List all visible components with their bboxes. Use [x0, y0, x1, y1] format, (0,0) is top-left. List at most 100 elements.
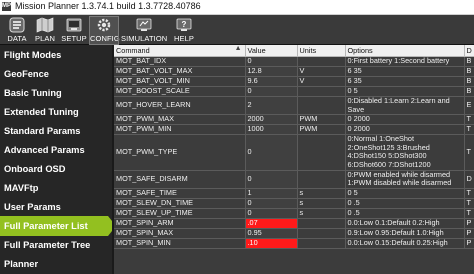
setup-button-label: SETUP: [61, 34, 87, 43]
simulation-button[interactable]: SIMULATION: [121, 17, 167, 44]
param-desc-cell: T: [464, 114, 474, 126]
param-units-cell: s: [297, 208, 346, 219]
param-desc-cell: T: [464, 124, 474, 136]
param-value-cell[interactable]: 9.6: [245, 76, 298, 87]
help-icon: ?: [176, 18, 192, 31]
param-value-cell[interactable]: 1: [245, 188, 298, 199]
sidebar-item-extended-tuning[interactable]: Extended Tuning: [0, 102, 108, 122]
param-options-cell: 6 35: [345, 76, 465, 87]
param-desc-cell: B: [464, 66, 474, 77]
table-row[interactable]: MOT_BAT_IDX 0 0:First battery 1:Second bat…: [114, 56, 474, 67]
param-desc-cell: T: [464, 134, 474, 171]
param-name-cell: MOT_BOOST_SCALE: [114, 86, 246, 97]
config-button-label: CONFIG: [90, 34, 120, 43]
param-units-cell: s: [297, 188, 346, 199]
param-value-cell[interactable]: 2: [245, 96, 298, 116]
param-value-cell[interactable]: 12.8: [245, 66, 298, 77]
simulation-icon: [136, 18, 152, 31]
param-name-cell: MOT_SLEW_UP_TIME: [114, 208, 246, 219]
table-row[interactable]: MOT_HOVER_LEARN 2 0:Disabled 1:Learn 2:Lea…: [114, 96, 474, 116]
param-name-cell: MOT_PWM_MAX: [114, 114, 246, 126]
config-button[interactable]: CONFIG: [89, 16, 120, 45]
command-column-header[interactable]: Command ▲: [114, 45, 246, 57]
plan-button[interactable]: PLAN: [32, 17, 58, 44]
sidebar-item-full-parameter-tree[interactable]: Full Parameter Tree: [0, 235, 108, 255]
plan-icon: [36, 17, 54, 33]
param-value-cell[interactable]: 0: [245, 134, 298, 171]
sidebar-item-advanced-params[interactable]: Advanced Params: [0, 140, 108, 160]
table-row[interactable]: MOT_SLEW_DN_TIME 0 s 0 .5 T: [114, 198, 474, 209]
param-options-cell: 0 .5: [345, 198, 465, 209]
table-row[interactable]: MOT_SAFE_DISARM 0 0:PWM enabled while disa…: [114, 170, 474, 189]
param-value-cell[interactable]: 1000: [245, 124, 298, 136]
param-name-cell: MOT_PWM_MIN: [114, 124, 246, 136]
help-button[interactable]: ? HELP: [172, 17, 196, 44]
param-options-cell: 0 .5: [345, 208, 465, 219]
sort-ascending-icon: ▲: [234, 45, 242, 52]
param-name-cell: MOT_SPIN_MAX: [114, 228, 246, 239]
sidebar-item-user-params[interactable]: User Params: [0, 197, 108, 217]
sidebar-item-flight-modes[interactable]: Flight Modes: [0, 45, 108, 65]
table-header-row: Command ▲ Value Units Options D: [114, 45, 474, 57]
help-button-label: HELP: [174, 34, 194, 43]
param-desc-cell: P: [464, 228, 474, 239]
param-desc-cell: B: [464, 86, 474, 97]
param-value-cell[interactable]: 0: [245, 56, 298, 67]
param-units-cell: [297, 228, 346, 239]
param-value-cell[interactable]: 0: [245, 170, 298, 189]
param-value-cell[interactable]: 0: [245, 208, 298, 219]
param-name-cell: MOT_SAFE_TIME: [114, 188, 246, 199]
table-row[interactable]: MOT_SLEW_UP_TIME 0 s 0 .5 T: [114, 208, 474, 219]
param-desc-cell: P: [464, 238, 474, 249]
param-options-cell: 0.9:Low 0.95:Default 1.0:High: [345, 228, 465, 239]
param-options-cell: 6 35: [345, 66, 465, 77]
table-row[interactable]: MOT_PWM_MAX 2000 PWM 0 2000 T: [114, 114, 474, 126]
command-header-label: Command: [116, 46, 150, 55]
sidebar-item-planner[interactable]: Planner: [0, 254, 108, 274]
sidebar-item-mavftp[interactable]: MAVFtp: [0, 178, 108, 198]
param-value-cell[interactable]: .07: [245, 218, 298, 229]
sidebar-item-label: Full Parameter List: [4, 221, 88, 231]
parameter-grid[interactable]: Command ▲ Value Units Options D MOT_BAT_…: [114, 45, 474, 274]
param-name-cell: MOT_SAFE_DISARM: [114, 170, 246, 189]
param-desc-cell: B: [464, 56, 474, 67]
table-row[interactable]: MOT_SPIN_MAX 0.95 0.9:Low 0.95:Default 1.0…: [114, 228, 474, 239]
setup-button[interactable]: SETUP: [61, 17, 87, 44]
sidebar-item-onboard-osd[interactable]: Onboard OSD: [0, 159, 108, 179]
param-units-cell: [297, 86, 346, 97]
param-value-cell[interactable]: .10: [245, 238, 298, 249]
sidebar-item-standard-params[interactable]: Standard Params: [0, 121, 108, 141]
table-row[interactable]: MOT_BOOST_SCALE 0 0 5B: [114, 86, 474, 97]
value-column-header[interactable]: Value: [245, 45, 298, 57]
param-units-cell: [297, 170, 346, 189]
param-units-cell: [297, 238, 346, 249]
units-column-header[interactable]: Units: [297, 45, 346, 57]
param-name-cell: MOT_SLEW_DN_TIME: [114, 198, 246, 209]
table-row[interactable]: MOT_SAFE_TIME 1 s 0 5T: [114, 188, 474, 199]
table-row[interactable]: MOT_PWM_MIN 1000 PWM 0 2000 T: [114, 124, 474, 136]
data-button-label: DATA: [7, 34, 27, 43]
param-value-cell[interactable]: 0: [245, 198, 298, 209]
options-column-header[interactable]: Options: [345, 45, 465, 57]
sidebar-item-geofence[interactable]: GeoFence: [0, 64, 108, 84]
param-options-cell: 0 2000: [345, 114, 465, 126]
param-options-cell: 0 5: [345, 86, 465, 97]
param-value-cell[interactable]: 2000: [245, 114, 298, 126]
app-icon: MP: [2, 2, 11, 11]
table-row[interactable]: MOT_PWM_TYPE 0 0:Normal 1:OneShot 2:OneSho…: [114, 134, 474, 171]
param-options-cell: 0:First battery 1:Second battery: [345, 56, 465, 67]
table-row[interactable]: MOT_BAT_VOLT_MIN 9.6 V 6 35 B: [114, 76, 474, 87]
param-name-cell: MOT_SPIN_ARM: [114, 218, 246, 229]
table-row[interactable]: MOT_SPIN_MIN .10 0.0:Low 0.15:Default 0.25…: [114, 238, 474, 249]
param-units-cell: [297, 96, 346, 116]
data-button[interactable]: DATA: [4, 17, 30, 44]
sidebar-item-basic-tuning[interactable]: Basic Tuning: [0, 83, 108, 103]
table-row[interactable]: MOT_SPIN_ARM .07 0.0:Low 0.1:Default 0.2:H…: [114, 218, 474, 229]
table-row[interactable]: MOT_BAT_VOLT_MAX 12.8 V 6 35 B: [114, 66, 474, 77]
param-value-cell[interactable]: 0: [245, 86, 298, 97]
param-options-cell: 0.0:Low 0.15:Default 0.25:High: [345, 238, 465, 249]
param-value-cell[interactable]: 0.95: [245, 228, 298, 239]
description-column-header[interactable]: D: [464, 45, 474, 57]
sidebar-item-full-parameter-list[interactable]: Full Parameter List: [0, 216, 116, 236]
window-title: Mission Planner 1.3.74.1 build 1.3.7728.…: [15, 1, 201, 11]
